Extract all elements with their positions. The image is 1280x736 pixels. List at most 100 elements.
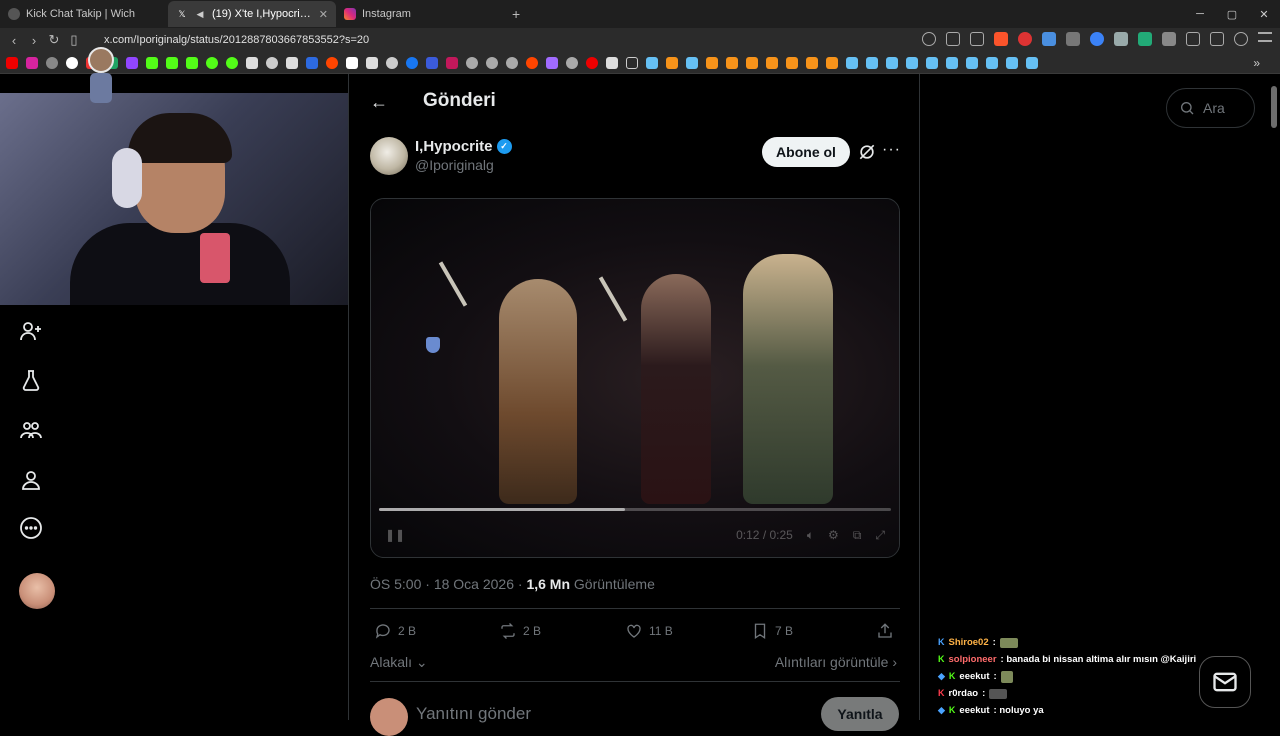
bookmark-icon[interactable] — [566, 56, 578, 69]
video-player[interactable]: ❚❚ 0:12 / 0:25 🔈︎ ⚙︎ ⧉ ⤢ — [370, 198, 900, 558]
forward-nav-icon[interactable]: › — [24, 33, 44, 48]
reply-action[interactable]: 2 B — [374, 622, 416, 640]
tab-kick-chat[interactable]: Kick Chat Takip | Wich — [0, 1, 168, 27]
author-name[interactable]: I,Hypocrite — [415, 138, 493, 155]
extension-icon[interactable] — [1138, 32, 1152, 46]
bookmark-icon[interactable] — [46, 56, 58, 69]
folder-bookmark-icon[interactable] — [626, 56, 638, 69]
bookmark-icon[interactable] — [766, 56, 778, 69]
bookmark-icon[interactable] — [386, 56, 398, 69]
like-action[interactable]: 11 B — [625, 622, 673, 640]
bookmark-icon[interactable] — [806, 56, 818, 69]
messages-button[interactable] — [1199, 656, 1251, 708]
reply-button[interactable]: Yanıtla — [821, 697, 899, 731]
bookmark-page-icon[interactable]: ▯ — [64, 32, 84, 48]
steam-bookmark-icon[interactable] — [1006, 56, 1018, 69]
extension-icon[interactable] — [1162, 32, 1176, 46]
steam-bookmark-icon[interactable] — [866, 56, 878, 69]
back-arrow-icon[interactable]: ← — [370, 92, 388, 113]
close-window-button[interactable]: ✕ — [1248, 8, 1280, 21]
youtube-bookmark-icon[interactable] — [6, 56, 18, 69]
speaker-icon[interactable]: ◀ — [194, 8, 206, 20]
tab-instagram[interactable]: Instagram — [336, 1, 504, 27]
video-progress-bar[interactable] — [379, 508, 891, 511]
bookmark-icon[interactable] — [546, 56, 558, 69]
url-field[interactable]: x.com/Iporiginalg/status/201288780366785… — [104, 34, 369, 46]
steam-bookmark-icon[interactable] — [646, 56, 658, 69]
steam-bookmark-icon[interactable] — [966, 56, 978, 69]
bookmark-icon[interactable] — [466, 56, 478, 69]
labs-icon[interactable] — [18, 367, 44, 393]
author-handle[interactable]: @Iporiginalg — [415, 157, 494, 173]
share-page-icon[interactable] — [970, 32, 984, 46]
more-bookmarks-icon[interactable]: » — [1253, 56, 1260, 70]
profile-icon[interactable] — [18, 467, 44, 493]
page-scrollbar[interactable] — [1271, 86, 1277, 128]
screen-icon[interactable] — [946, 32, 960, 46]
instagram-bookmark-icon[interactable] — [26, 56, 38, 69]
extension-icon[interactable] — [1066, 32, 1080, 46]
post-date[interactable]: 18 Oca 2026 — [434, 576, 514, 592]
pip-icon[interactable]: ⧉ — [853, 528, 862, 543]
bookmark-icon[interactable] — [206, 56, 218, 69]
extension-icon[interactable] — [1042, 32, 1056, 46]
zoom-icon[interactable] — [922, 32, 936, 46]
steam-bookmark-icon[interactable] — [686, 56, 698, 69]
bookmark-icon[interactable] — [666, 56, 678, 69]
bookmark-icon[interactable] — [406, 56, 418, 69]
reply-input[interactable]: Yanıtını gönder — [416, 704, 531, 724]
minimize-button[interactable]: ─ — [1184, 8, 1216, 20]
bookmark-icon[interactable] — [266, 56, 278, 69]
new-tab-button[interactable]: + — [512, 6, 520, 22]
steam-bookmark-icon[interactable] — [926, 56, 938, 69]
sidebar-icon[interactable] — [1210, 32, 1224, 46]
steam-bookmark-icon[interactable] — [846, 56, 858, 69]
view-quotes-link[interactable]: Alıntıları görüntüle › — [775, 654, 897, 670]
bookmark-icon[interactable] — [506, 56, 518, 69]
x-bookmark-icon[interactable] — [286, 56, 298, 69]
bookmark-icon[interactable] — [226, 56, 238, 69]
account-avatar[interactable] — [19, 573, 55, 609]
bookmark-icon[interactable] — [586, 56, 598, 69]
puzzle-icon[interactable] — [1186, 32, 1200, 46]
pause-icon[interactable]: ❚❚ — [385, 528, 405, 542]
bookmark-icon[interactable] — [786, 56, 798, 69]
author-avatar[interactable] — [370, 137, 408, 175]
related-dropdown[interactable]: Alakalı ⌄ — [370, 654, 428, 671]
bookmark-icon[interactable] — [66, 56, 78, 69]
reload-icon[interactable]: ↻ — [44, 32, 64, 48]
fullscreen-icon[interactable]: ⤢ — [875, 528, 885, 543]
bookmark-icon[interactable] — [426, 56, 438, 69]
bookmark-icon[interactable] — [486, 56, 498, 69]
bookmark-icon[interactable] — [346, 56, 358, 69]
extension-icon[interactable] — [1090, 32, 1104, 46]
menu-icon[interactable] — [1258, 32, 1272, 42]
kick-bookmark-icon[interactable] — [186, 56, 198, 69]
twitch-bookmark-icon[interactable] — [126, 56, 138, 69]
kick-bookmark-icon[interactable] — [146, 56, 158, 69]
search-box[interactable]: Ara — [1166, 88, 1255, 128]
steam-bookmark-icon[interactable] — [986, 56, 998, 69]
close-tab-icon[interactable]: ✕ — [319, 8, 328, 21]
author-name-row[interactable]: I,Hypocrite ✓ — [415, 138, 512, 155]
share-action[interactable] — [876, 622, 894, 640]
maximize-button[interactable]: ▢ — [1216, 8, 1248, 21]
extension-icon[interactable] — [1018, 32, 1032, 46]
bookmark-icon[interactable] — [366, 56, 378, 69]
bookmark-icon[interactable] — [826, 56, 838, 69]
bookmark-icon[interactable] — [306, 56, 318, 69]
kick-bookmark-icon[interactable] — [166, 56, 178, 69]
bookmark-icon[interactable] — [726, 56, 738, 69]
extension-icon[interactable] — [1114, 32, 1128, 46]
subscribe-button[interactable]: Abone ol — [762, 137, 850, 167]
more-circle-icon[interactable] — [18, 515, 44, 541]
settings-icon[interactable]: ⚙︎ — [828, 528, 839, 542]
more-options-icon[interactable]: ··· — [882, 141, 901, 159]
communities-icon[interactable] — [18, 417, 44, 443]
post-time[interactable]: ÖS 5:00 — [370, 576, 421, 592]
bookmark-icon[interactable] — [606, 56, 618, 69]
anchor-bookmark-icon[interactable] — [246, 56, 258, 69]
media-icon[interactable] — [1234, 32, 1248, 46]
brave-shield-icon[interactable] — [994, 32, 1008, 46]
bookmark-icon[interactable] — [706, 56, 718, 69]
